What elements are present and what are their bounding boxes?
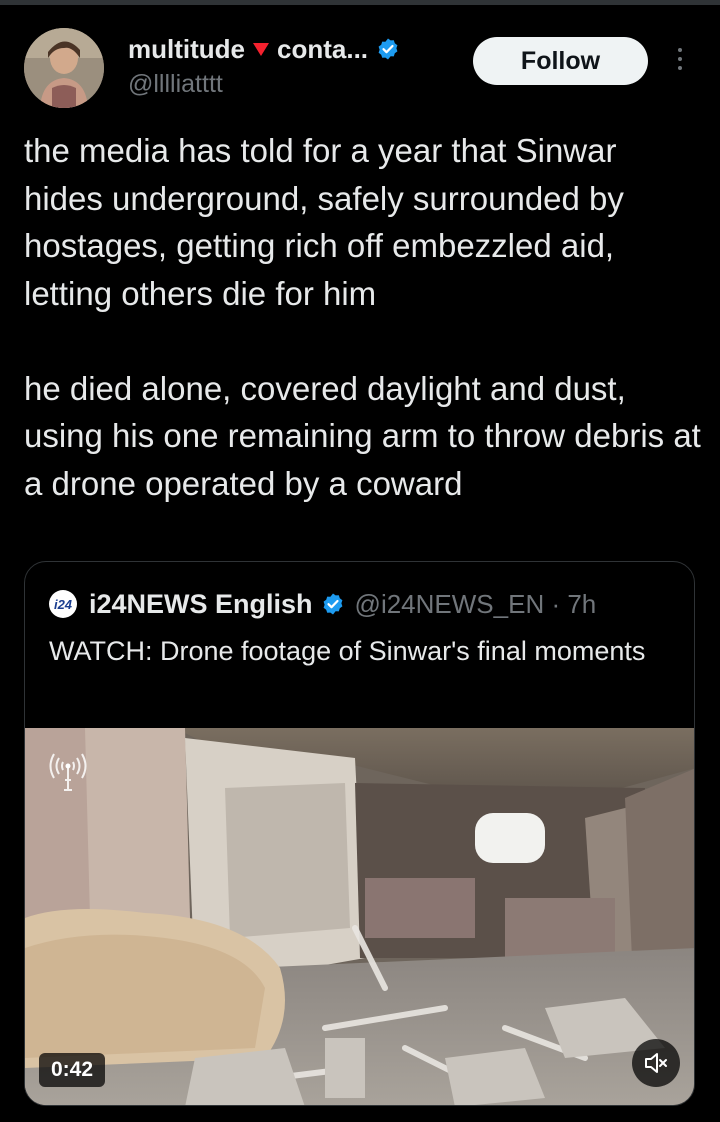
verified-badge-icon — [378, 38, 398, 60]
quoted-tweet-text: WATCH: Drone footage of Sinwar's final m… — [49, 636, 646, 666]
author-name-row[interactable]: multitude conta... — [128, 33, 400, 65]
red-triangle-icon — [253, 42, 269, 56]
mute-button[interactable] — [632, 1039, 680, 1087]
video-player[interactable]: 0:42 — [25, 728, 694, 1105]
quoted-handle-time: @i24NEWS_EN · 7h — [354, 588, 597, 619]
more-vertical-icon[interactable] — [670, 48, 690, 76]
top-divider — [0, 0, 720, 5]
quoted-tweet-card[interactable]: i24 i24NEWS English @i24NEWS_EN · 7h WAT… — [24, 561, 695, 1106]
quoted-author-name: i24NEWS English — [89, 588, 313, 619]
tweet-text: the media has told for a year that Sinwa… — [24, 132, 701, 502]
quoted-tweet-header: i24 i24NEWS English @i24NEWS_EN · 7h — [49, 586, 596, 622]
follow-button[interactable]: Follow — [473, 37, 648, 85]
author-display-name[interactable]: multitude — [128, 34, 245, 65]
volume-muted-icon — [645, 1053, 667, 1073]
video-frame — [25, 728, 694, 1105]
broadcast-tower-icon — [49, 753, 87, 791]
avatar[interactable] — [24, 28, 104, 108]
author-name-suffix[interactable]: conta... — [277, 34, 368, 65]
quoted-author-logo: i24 — [49, 590, 77, 618]
video-duration-badge: 0:42 — [39, 1053, 106, 1087]
verified-badge-icon — [323, 593, 342, 615]
author-handle[interactable]: @lllliatttt — [128, 70, 223, 99]
